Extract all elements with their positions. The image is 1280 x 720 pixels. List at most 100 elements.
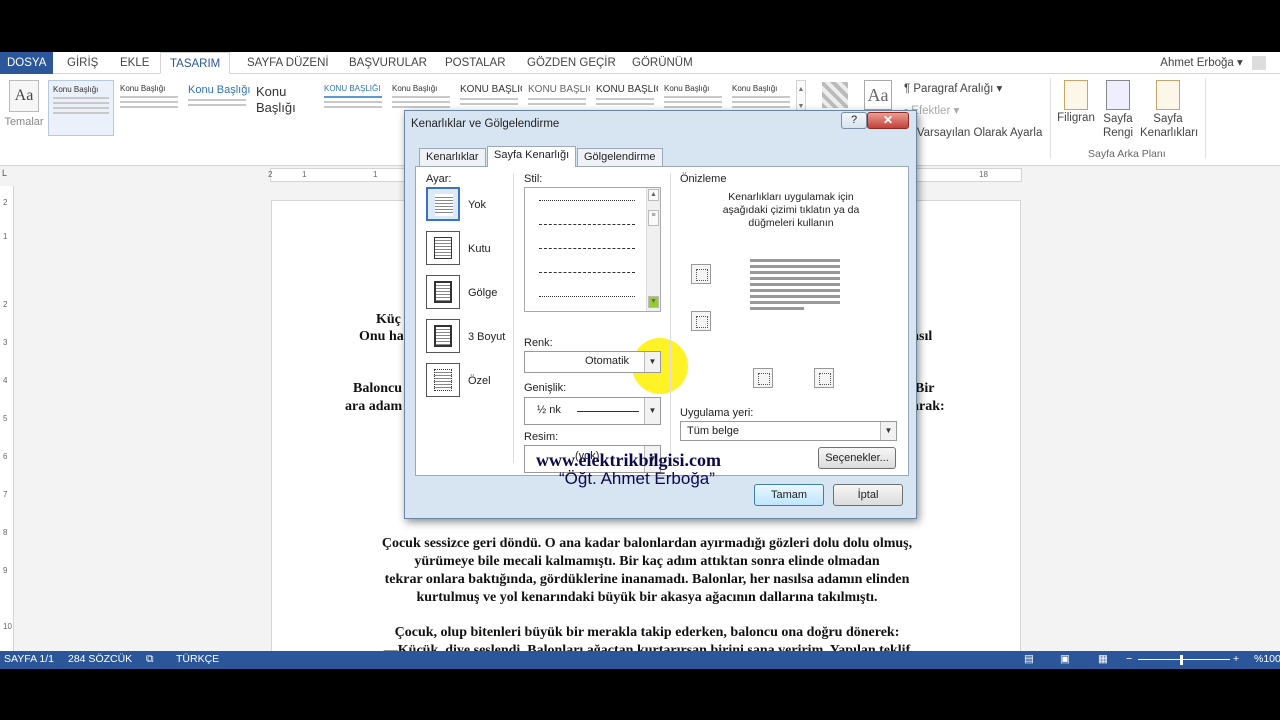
- language[interactable]: TÜRKÇE: [176, 653, 219, 665]
- ruler-number: 2: [3, 300, 8, 309]
- style-set-thumb[interactable]: Konu Başlığı: [184, 80, 250, 136]
- zoom-slider-thumb[interactable]: [1180, 655, 1183, 665]
- zoom-out-icon[interactable]: −: [1126, 653, 1132, 665]
- page-borders-label: Sayfa Kenarlıkları: [1140, 113, 1199, 139]
- print-layout-icon[interactable]: ▣: [1060, 653, 1070, 665]
- preview-page[interactable]: [750, 259, 840, 339]
- ruler-number: 1: [373, 170, 378, 179]
- tab-home[interactable]: GİRİŞ: [58, 52, 107, 74]
- line-style-option[interactable]: [539, 296, 635, 297]
- ruler-number: 2: [3, 198, 8, 207]
- setting-custom-icon[interactable]: [426, 363, 460, 397]
- dialog-title: Kenarlıklar ve Gölgelendirme: [411, 118, 560, 130]
- apply-to-select[interactable]: Tüm belge ▼: [680, 421, 897, 441]
- ruler-corner[interactable]: L: [2, 168, 14, 182]
- setting-box-icon[interactable]: [426, 231, 460, 265]
- doc-paragraph-line: yürümeye bile mecali kalmamıştı. Bir kaç…: [414, 554, 880, 569]
- tab-borders[interactable]: Kenarlıklar: [419, 148, 486, 166]
- fonts-icon[interactable]: Aa: [864, 80, 892, 110]
- scroll-thumb[interactable]: ≡: [648, 210, 659, 226]
- doc-paragraph-line: Çocuk, olup bitenleri büyük bir merakla …: [394, 625, 900, 640]
- setting-shadow-icon[interactable]: [426, 275, 460, 309]
- setting-shadow-label[interactable]: Gölge: [468, 287, 497, 299]
- color-select[interactable]: Otomatik ▼: [524, 351, 661, 373]
- watermark-button[interactable]: Filigran: [1056, 80, 1096, 124]
- user-account[interactable]: Ahmet Erboğa ▾: [1160, 52, 1266, 74]
- style-set-thumb[interactable]: Konu Başlığı: [48, 80, 114, 136]
- style-set-thumb[interactable]: Konu Başlığı: [252, 80, 318, 136]
- setting-box-label[interactable]: Kutu: [468, 243, 491, 255]
- tab-shading[interactable]: Gölgelendirme: [577, 148, 663, 166]
- left-border-button[interactable]: [753, 368, 773, 388]
- setting-3d-label[interactable]: 3 Boyut: [468, 331, 505, 343]
- tab-references[interactable]: BAŞVURULAR: [340, 52, 436, 74]
- user-avatar-icon: [1252, 55, 1266, 70]
- setting-label: Ayar:: [426, 173, 452, 185]
- scroll-up-icon[interactable]: ▲: [648, 189, 659, 201]
- tab-file[interactable]: DOSYA: [0, 52, 54, 74]
- setting-3d-icon[interactable]: [426, 319, 460, 353]
- zoom-level[interactable]: %100: [1254, 653, 1280, 665]
- themes-label: Temalar: [4, 116, 44, 128]
- bottom-border-button[interactable]: [691, 311, 711, 331]
- tab-mailings[interactable]: POSTALAR: [436, 52, 515, 74]
- scroll-down-icon[interactable]: ▼: [648, 296, 659, 308]
- help-button[interactable]: ?: [841, 112, 867, 129]
- line-style-option[interactable]: [539, 224, 635, 225]
- color-value: Otomatik: [585, 355, 630, 367]
- top-border-button[interactable]: [691, 264, 711, 284]
- setting-custom-label[interactable]: Özel: [468, 375, 491, 387]
- tab-insert[interactable]: EKLE: [111, 52, 158, 74]
- style-list[interactable]: ▲ ≡ ▼: [524, 187, 661, 312]
- close-button[interactable]: ✕: [867, 112, 909, 129]
- options-button[interactable]: Seçenekler...: [818, 447, 896, 469]
- style-set-title: KONU BAŞLIĞI: [596, 84, 658, 95]
- chevron-down-icon[interactable]: ▼: [880, 422, 896, 440]
- style-set-thumb[interactable]: Konu Başlığı: [116, 80, 182, 136]
- style-scrollbar[interactable]: ▲ ≡ ▼: [646, 188, 660, 311]
- word-count[interactable]: 284 SÖZCÜK: [68, 653, 132, 665]
- set-default-button[interactable]: ✔ Varsayılan Olarak Ayarla: [904, 125, 1042, 139]
- chevron-down-icon[interactable]: ▼: [644, 352, 660, 372]
- chevron-down-icon[interactable]: ▼: [644, 398, 660, 424]
- proofing-icon[interactable]: ⧉: [146, 653, 154, 666]
- themes-icon: Aa: [9, 80, 39, 112]
- page-count[interactable]: SAYFA 1/1: [4, 653, 54, 665]
- style-set-title: Konu Başlığı: [53, 85, 99, 94]
- cancel-button[interactable]: İptal: [833, 484, 903, 506]
- paragraph-spacing-button[interactable]: ¶ Paragraf Aralığı ▾: [904, 81, 1002, 95]
- tab-review[interactable]: GÖZDEN GEÇİR: [518, 52, 625, 74]
- colors-icon[interactable]: [822, 82, 848, 108]
- themes-button[interactable]: Aa Temalar: [4, 80, 44, 128]
- page-color-button[interactable]: Sayfa Rengi: [1098, 80, 1138, 140]
- web-layout-icon[interactable]: ▦: [1098, 653, 1108, 665]
- read-mode-icon[interactable]: ▤: [1024, 653, 1034, 665]
- line-style-option[interactable]: [539, 248, 635, 249]
- right-border-button[interactable]: [814, 368, 834, 388]
- width-line-sample: [577, 411, 639, 412]
- tab-view[interactable]: GÖRÜNÜM: [623, 52, 702, 74]
- borders-shading-dialog: Kenarlıklar ve Gölgelendirme ? ✕ Kenarlı…: [404, 110, 917, 519]
- ok-button[interactable]: Tamam: [754, 484, 824, 506]
- ribbon-tab-bar: DOSYA GİRİŞ EKLE TASARIM SAYFA DÜZENİ BA…: [0, 52, 1280, 74]
- tab-page-layout[interactable]: SAYFA DÜZENİ: [238, 52, 338, 74]
- tab-design[interactable]: TASARIM: [160, 52, 231, 74]
- zoom-in-icon[interactable]: +: [1233, 653, 1239, 665]
- vertical-ruler[interactable]: 2 1 2 3 4 5 6 7 8 9 10: [0, 186, 14, 656]
- gallery-up-icon[interactable]: ▲: [797, 81, 805, 98]
- ruler-number: 4: [3, 376, 8, 385]
- setting-none-label[interactable]: Yok: [468, 199, 486, 211]
- setting-none-icon[interactable]: [426, 187, 460, 221]
- divider: [670, 173, 671, 463]
- paragraph-spacing-label: Paragraf Aralığı: [913, 83, 994, 95]
- style-set-thumb[interactable]: KONU BAŞLIĞI: [320, 80, 386, 136]
- paragraph-spacing-icon: ¶: [904, 83, 911, 95]
- page-borders-button[interactable]: Sayfa Kenarlıkları: [1140, 80, 1199, 140]
- line-style-option[interactable]: [539, 200, 635, 201]
- line-style-option[interactable]: [539, 272, 635, 273]
- watermark-label: Filigran: [1057, 112, 1095, 124]
- style-set-title: KONU BAŞLIĞI: [460, 84, 522, 95]
- tab-page-border[interactable]: Sayfa Kenarlığı: [487, 146, 577, 167]
- width-select[interactable]: ½ nk ▼: [524, 397, 661, 425]
- zoom-slider[interactable]: [1138, 659, 1230, 660]
